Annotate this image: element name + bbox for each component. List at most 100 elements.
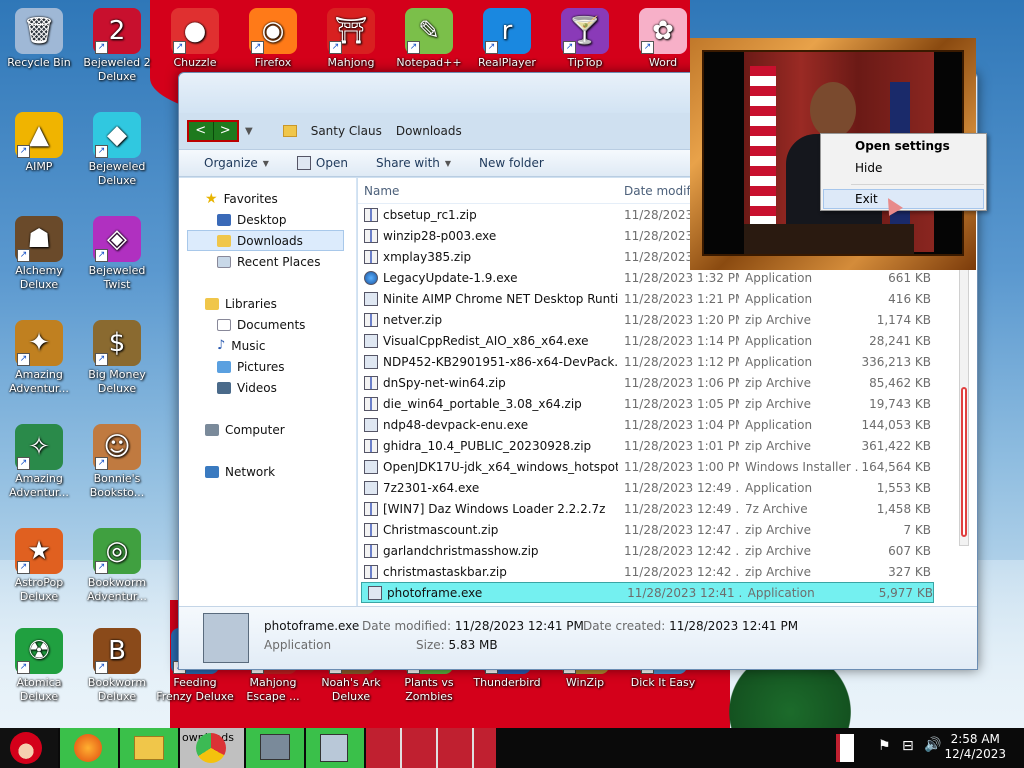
back-button[interactable]: < bbox=[189, 122, 214, 140]
nav-music[interactable]: ♪ Music bbox=[179, 335, 356, 356]
desktop-icon-alchemy-deluxe[interactable]: ☗ ↗ Alchemy Deluxe bbox=[0, 216, 78, 292]
file-name-cell: garlandchristmasshow.zip bbox=[358, 543, 618, 558]
file-row[interactable]: garlandchristmasshow.zip 11/28/2023 12:42… bbox=[358, 540, 977, 561]
file-row[interactable]: ghidra_10.4_PUBLIC_20230928.zip 11/28/202… bbox=[358, 435, 977, 456]
desktop-icon-notepad-[interactable]: ✎ ↗ Notepad++ bbox=[390, 8, 468, 70]
file-size: 1,174 KB bbox=[876, 312, 931, 327]
desktop-icon-tiptop[interactable]: 🍸 ↗ TipTop bbox=[546, 8, 624, 70]
file-name: LegacyUpdate-1.9.exe bbox=[383, 270, 518, 285]
desktop-icon-firefox[interactable]: ◉ ↗ Firefox bbox=[234, 8, 312, 70]
nav-pictures[interactable]: Pictures bbox=[179, 356, 356, 377]
desktop-icon-mahjong[interactable]: ⛩ ↗ Mahjong bbox=[312, 8, 390, 70]
nav-documents[interactable]: Documents bbox=[179, 314, 356, 335]
taskbar-computer-button[interactable] bbox=[246, 728, 304, 768]
taskbar-photoframe-button[interactable] bbox=[306, 728, 364, 768]
shortcut-arrow-icon: ↗ bbox=[17, 145, 30, 158]
desktop-icon-aimp[interactable]: ▲ ↗ AIMP bbox=[0, 112, 78, 174]
file-date: 11/28/2023 12:42 ... bbox=[624, 543, 739, 558]
application-icon bbox=[364, 417, 378, 432]
taskbar-downloads-window[interactable]: ownloads bbox=[180, 728, 244, 768]
recent-pages-dropdown-icon[interactable]: ▼ bbox=[245, 126, 253, 137]
shortcut-arrow-icon: ↗ bbox=[563, 41, 576, 54]
desktop-icon-realplayer[interactable]: r ↗ RealPlayer bbox=[468, 8, 546, 70]
file-size: 1,458 KB bbox=[876, 501, 931, 516]
desktop-icon-label: Thunderbird bbox=[473, 676, 541, 689]
app-icon: ◈ ↗ bbox=[93, 216, 141, 262]
volume-icon[interactable]: 🔊 bbox=[924, 737, 941, 753]
share-with-button[interactable]: Share with ▼ bbox=[376, 156, 451, 170]
file-row[interactable]: die_win64_portable_3.08_x64.zip 11/28/202… bbox=[358, 393, 977, 414]
file-row[interactable]: ndp48-devpack-enu.exe 11/28/2023 1:04 PM A… bbox=[358, 414, 977, 435]
file-row[interactable]: VisualCppRedist_AIO_x86_x64.exe 11/28/202… bbox=[358, 330, 977, 351]
desktop-icon-label: Atomica Deluxe bbox=[16, 676, 62, 703]
start-button[interactable] bbox=[0, 728, 58, 768]
column-header-name[interactable]: Name bbox=[358, 184, 618, 198]
desktop-icon-amazing-adventur-[interactable]: ✦ ↗ Amazing Adventur... bbox=[0, 320, 78, 396]
breadcrumb-user[interactable]: Santy Claus bbox=[311, 124, 382, 138]
desktop-icon-bejeweled-2-deluxe[interactable]: 2 ↗ Bejeweled 2 Deluxe bbox=[78, 8, 156, 84]
file-row[interactable]: [WIN7] Daz Windows Loader 2.2.2.7z 11/28/… bbox=[358, 498, 977, 519]
nav-downloads[interactable]: Downloads bbox=[187, 230, 344, 251]
clock[interactable]: 2:58 AM 12/4/2023 bbox=[944, 732, 1006, 762]
chrome-icon bbox=[196, 733, 226, 763]
file-row[interactable]: netver.zip 11/28/2023 1:20 PM zip Archive 1… bbox=[358, 309, 977, 330]
file-name: xmplay385.zip bbox=[383, 249, 472, 264]
file-row[interactable]: OpenJDK17U-jdk_x64_windows_hotspot_... 11… bbox=[358, 456, 977, 477]
file-row[interactable]: Christmascount.zip 11/28/2023 12:47 ... zi… bbox=[358, 519, 977, 540]
file-row[interactable]: 7z2301-x64.exe 11/28/2023 12:49 ... Applic… bbox=[358, 477, 977, 498]
taskbar-explorer-button[interactable] bbox=[120, 728, 178, 768]
desktop-icon-chuzzle[interactable]: ● ↗ Chuzzle bbox=[156, 8, 234, 70]
network-status-icon[interactable]: ⊟ bbox=[902, 738, 914, 754]
file-date: 11/28/2023 1:00 PM bbox=[624, 459, 739, 474]
desktop-icon-bookworm-deluxe[interactable]: B ↗ Bookworm Deluxe bbox=[78, 628, 156, 704]
open-button[interactable]: Open bbox=[296, 156, 348, 170]
tray-flag-icon[interactable] bbox=[836, 734, 854, 762]
desktop-icon-astropop-deluxe[interactable]: ★ ↗ AstroPop Deluxe bbox=[0, 528, 78, 604]
zip-file-icon bbox=[364, 543, 378, 558]
file-row[interactable]: Ninite AIMP Chrome NET Desktop Runti... 1… bbox=[358, 288, 977, 309]
breadcrumb-downloads[interactable]: Downloads bbox=[396, 124, 462, 138]
nav-network[interactable]: Network bbox=[179, 461, 356, 482]
nav-favorites[interactable]: ★ Favorites bbox=[179, 188, 356, 209]
documents-icon bbox=[217, 318, 231, 331]
desktop-icon-bejeweled-deluxe[interactable]: ◆ ↗ Bejeweled Deluxe bbox=[78, 112, 156, 188]
organize-button[interactable]: Organize ▼ bbox=[204, 156, 269, 170]
share-with-label: Share with bbox=[375, 156, 440, 170]
new-folder-button[interactable]: New folder bbox=[479, 156, 544, 170]
desktop-icon-bookworm-adventur-[interactable]: ◎ ↗ Bookworm Adventur... bbox=[78, 528, 156, 604]
file-row[interactable]: christmastaskbar.zip 11/28/2023 12:42 ...… bbox=[358, 561, 977, 582]
shortcut-arrow-icon: ↗ bbox=[17, 353, 30, 366]
nav-desktop[interactable]: Desktop bbox=[179, 209, 356, 230]
file-name: cbsetup_rc1.zip bbox=[383, 207, 477, 222]
shortcut-arrow-icon: ↗ bbox=[641, 41, 654, 54]
file-size: 164,564 KB bbox=[861, 459, 931, 474]
desktop-icon-bejeweled-twist[interactable]: ◈ ↗ Bejeweled Twist bbox=[78, 216, 156, 292]
app-icon: ▲ ↗ bbox=[15, 112, 63, 158]
nav-recent-places[interactable]: Recent Places bbox=[179, 251, 356, 272]
scrollbar-thumb[interactable] bbox=[961, 387, 967, 537]
desktop-icon-recycle-bin[interactable]: 🗑 Recycle Bin bbox=[0, 8, 78, 70]
app-icon: 2 ↗ bbox=[93, 8, 141, 54]
shortcut-arrow-icon: ↗ bbox=[95, 457, 108, 470]
file-row[interactable]: dnSpy-net-win64.zip 11/28/2023 1:06 PM zip… bbox=[358, 372, 977, 393]
taskbar-firefox-button[interactable] bbox=[60, 728, 118, 768]
desktop-icon-amazing-adventur-[interactable]: ✧ ↗ Amazing Adventur... bbox=[0, 424, 78, 500]
action-center-icon[interactable]: ⚑ bbox=[878, 738, 891, 754]
nav-libraries[interactable]: Libraries bbox=[179, 293, 356, 314]
desktop-icon-big-money-deluxe[interactable]: $ ↗ Big Money Deluxe bbox=[78, 320, 156, 396]
desktop-icon-atomica-deluxe[interactable]: ☢ ↗ Atomica Deluxe bbox=[0, 628, 78, 704]
menu-item-hide[interactable]: Hide bbox=[821, 157, 986, 179]
forward-button[interactable]: > bbox=[214, 122, 238, 140]
menu-item-open-settings[interactable]: Open settings bbox=[821, 135, 986, 157]
app-icon: ⛩ ↗ bbox=[327, 8, 375, 54]
breadcrumb[interactable]: Santy Claus Downloads bbox=[282, 124, 462, 138]
pictures-icon bbox=[217, 360, 231, 373]
file-row[interactable]: photoframe.exe 11/28/2023 12:41 ... Applic… bbox=[361, 582, 934, 603]
file-row[interactable]: LegacyUpdate-1.9.exe 11/28/2023 1:32 PM Ap… bbox=[358, 267, 977, 288]
file-name-cell: christmastaskbar.zip bbox=[358, 564, 618, 579]
menu-item-exit[interactable]: Exit bbox=[823, 189, 984, 209]
nav-videos[interactable]: Videos bbox=[179, 377, 356, 398]
desktop-icon-bonnie-s-booksto-[interactable]: ☺ ↗ Bonnie's Booksto... bbox=[78, 424, 156, 500]
file-row[interactable]: NDP452-KB2901951-x86-x64-DevPack.exe 11/2… bbox=[358, 351, 977, 372]
nav-computer[interactable]: Computer bbox=[179, 419, 356, 440]
